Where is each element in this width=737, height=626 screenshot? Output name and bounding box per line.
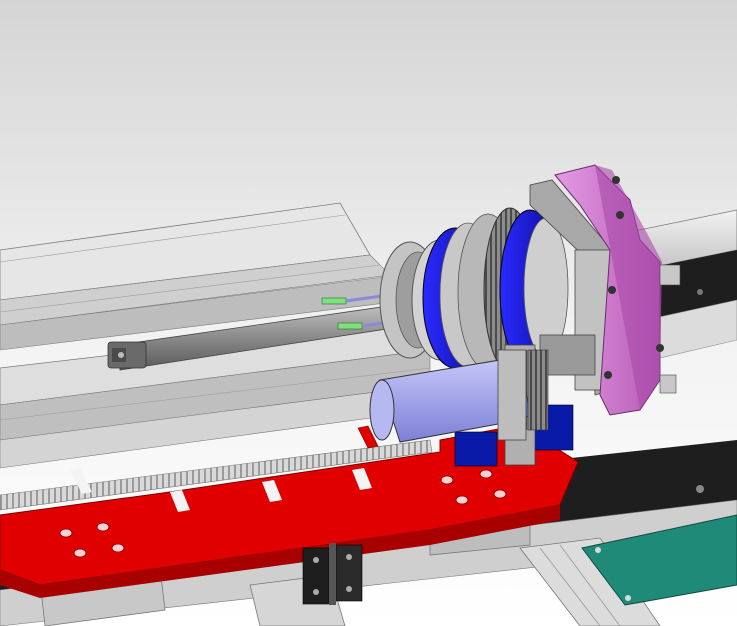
pinion-gear — [527, 349, 549, 431]
pin-green-lower — [337, 322, 363, 330]
pin-green-upper — [321, 297, 347, 305]
cad-3d-viewport[interactable] — [0, 0, 737, 626]
door-hinge — [302, 543, 363, 605]
assembly-scene — [0, 0, 737, 626]
